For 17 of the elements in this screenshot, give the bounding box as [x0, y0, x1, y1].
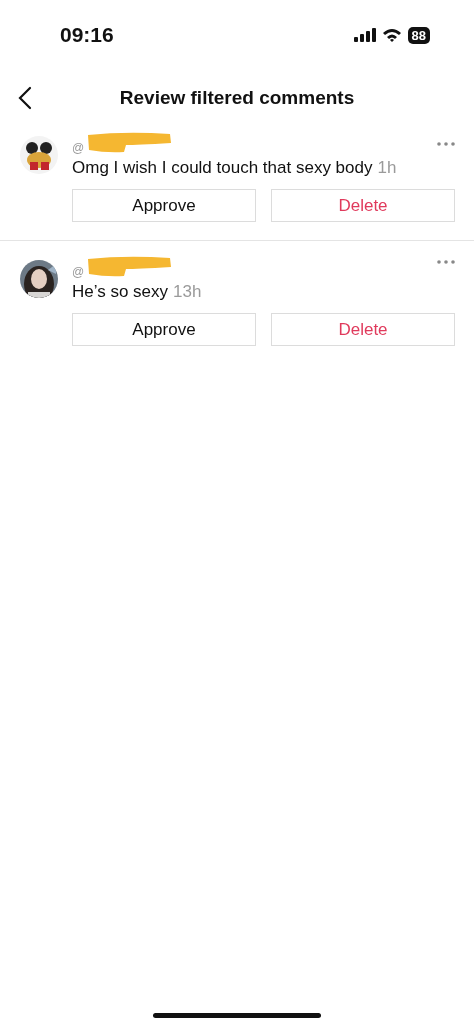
comment-text: Omg I wish I could touch that sexy body: [72, 158, 373, 178]
approve-button[interactable]: Approve: [72, 189, 256, 222]
signal-icon: [353, 28, 376, 42]
wifi-icon: [381, 28, 402, 42]
more-icon[interactable]: [436, 141, 456, 147]
page-title: Review filtered comments: [118, 87, 356, 109]
comment-time: 1h: [377, 158, 397, 178]
comment-time: 13h: [173, 282, 202, 302]
username[interactable]: @: [72, 265, 85, 279]
more-icon[interactable]: [436, 259, 456, 265]
approve-button[interactable]: Approve: [72, 313, 256, 346]
comment-text: He’s so sexy: [72, 282, 169, 302]
delete-button[interactable]: Delete: [271, 313, 455, 346]
status-time: 09:16: [60, 23, 114, 47]
battery-level: 88: [407, 26, 430, 44]
username[interactable]: @: [72, 141, 85, 155]
delete-button[interactable]: Delete: [271, 189, 455, 222]
